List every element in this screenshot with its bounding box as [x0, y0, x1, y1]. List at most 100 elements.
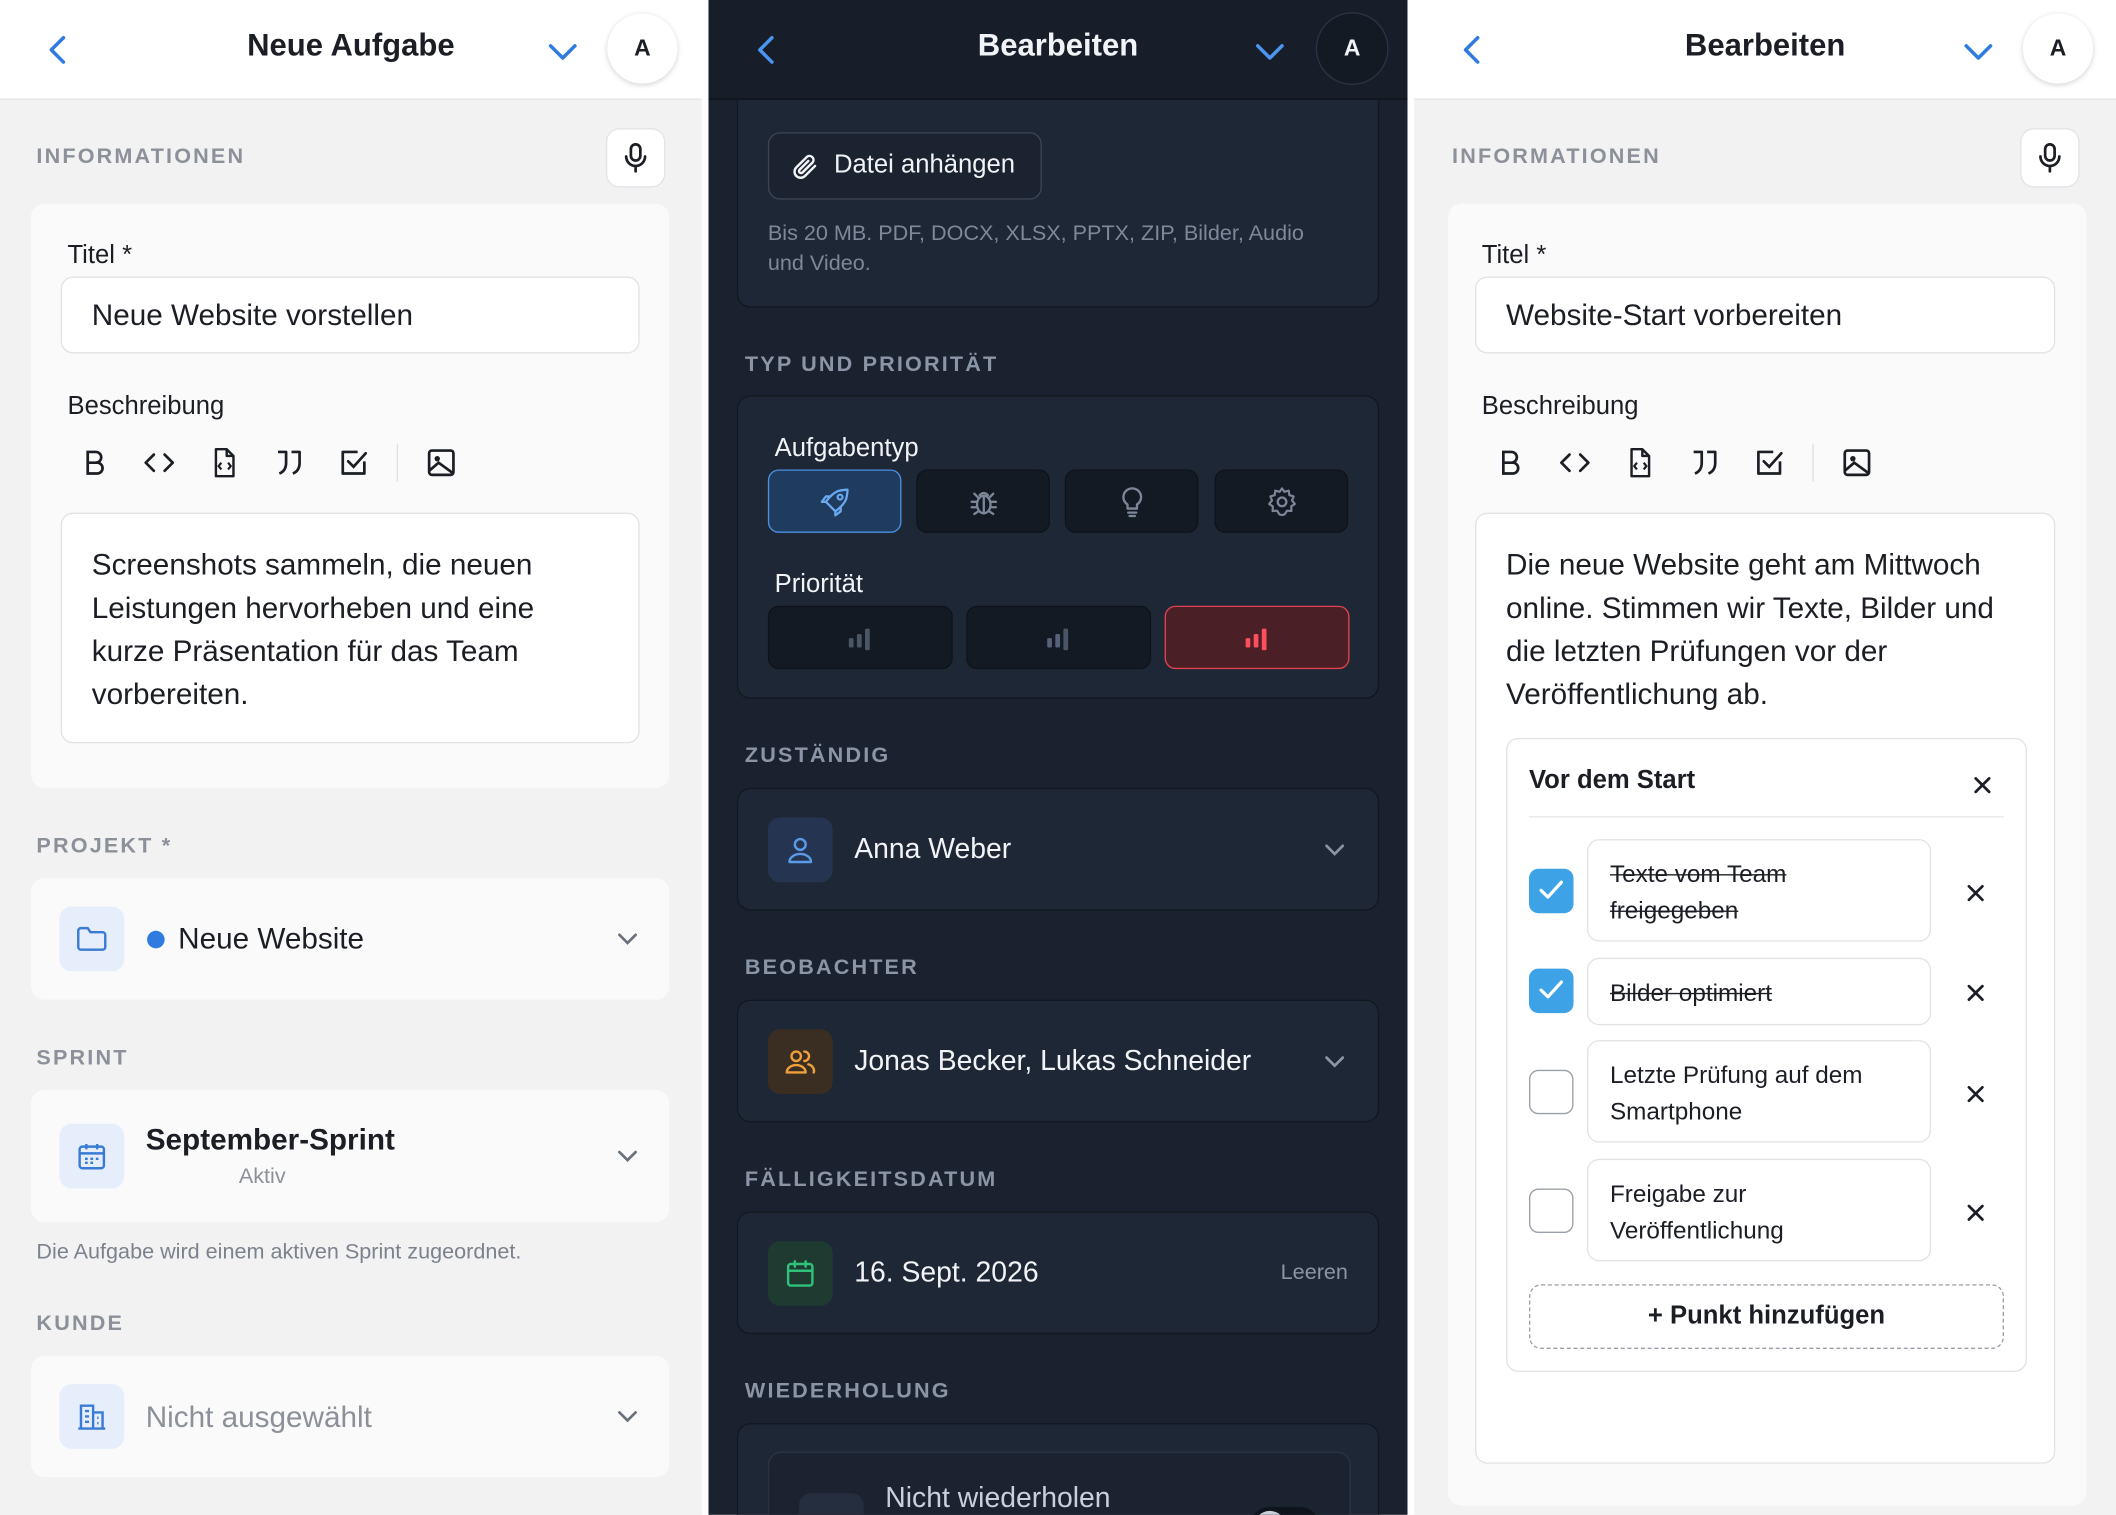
repeat-card: Nicht wiederholen: [736, 1423, 1380, 1515]
section-informationen: INFORMATIONEN: [1452, 145, 1661, 169]
chevron-down-icon[interactable]: [544, 35, 582, 67]
code-file-icon[interactable]: [208, 447, 240, 479]
description-textarea[interactable]: Screenshots sammeln, die neuen Leistunge…: [60, 512, 640, 744]
top-bar: Neue Aufgabe A: [0, 0, 702, 100]
folder-icon: [77, 926, 107, 951]
image-icon[interactable]: [1841, 447, 1873, 479]
project-icon-box: [59, 906, 125, 972]
checklist-item-1[interactable]: Texte vom Team freigegeben: [1587, 839, 1932, 942]
remove-item-icon[interactable]: [1966, 983, 1985, 1002]
page-title: Neue Aufgabe: [247, 26, 455, 63]
checklist: Vor dem Start Texte vom Team freigegeben…: [1506, 737, 2027, 1372]
avatar[interactable]: A: [607, 13, 678, 84]
type-feature-option[interactable]: [767, 469, 902, 533]
priority-medium-option[interactable]: [966, 605, 1152, 670]
due-icon-box: [767, 1241, 833, 1306]
watchers-select[interactable]: Jonas Becker, Lukas Schneider: [736, 999, 1380, 1123]
clear-date-button[interactable]: Leeren: [1281, 1261, 1348, 1285]
panel-separator: [701, 0, 709, 1515]
description-editor[interactable]: Die neue Website geht am Mittwoch online…: [1475, 512, 2056, 1464]
type-maintenance-option[interactable]: [1214, 469, 1349, 533]
close-icon[interactable]: [1973, 776, 1992, 795]
microphone-button[interactable]: [607, 129, 664, 187]
chevron-down-icon: [618, 1150, 637, 1163]
add-item-label: Punkt hinzufügen: [1670, 1301, 1886, 1331]
repeat-row[interactable]: Nicht wiederholen: [767, 1451, 1351, 1515]
signal-low-icon: [848, 628, 870, 651]
checklist-checkbox-4[interactable]: [1528, 1188, 1574, 1233]
sprint-icon-box: [59, 1123, 125, 1189]
description-text: Die neue Website geht am Mittwoch online…: [1506, 547, 1994, 711]
add-item-button[interactable]: + Punkt hinzufügen: [1528, 1284, 2005, 1349]
checklist-checkbox-3[interactable]: [1528, 1069, 1574, 1115]
repeat-toggle[interactable]: [1249, 1506, 1320, 1515]
calendar-icon: [78, 1143, 106, 1170]
title-label: Titel *: [1481, 241, 1547, 270]
checklist-checkbox-1[interactable]: [1528, 868, 1574, 914]
top-bar: Bearbeiten A: [708, 0, 1408, 100]
microphone-button[interactable]: [2021, 129, 2079, 187]
avatar[interactable]: A: [1317, 13, 1388, 84]
remove-item-icon[interactable]: [1966, 1085, 1985, 1104]
gear-icon: [1268, 487, 1296, 517]
section-projekt: PROJEKT *: [36, 835, 173, 858]
checklist-title: Vor dem Start: [1528, 766, 1696, 795]
attach-hint: Bis 20 MB. PDF, DOCX, XLSX, PPTX, ZIP, B…: [767, 222, 1304, 276]
project-color-dot: [147, 930, 165, 949]
code-icon[interactable]: [143, 447, 175, 479]
due-date-select[interactable]: 16. Sept. 2026 Leeren: [736, 1211, 1380, 1335]
section-typ-prioritaet: TYP UND PRIORITÄT: [744, 353, 999, 377]
checklist-divider: [1528, 816, 2005, 818]
checklist-item-4[interactable]: Freigabe zur Veröffentlichung: [1587, 1158, 1932, 1262]
paperclip-icon: [793, 154, 817, 179]
avatar[interactable]: A: [2022, 13, 2094, 84]
calendar-icon: [786, 1260, 814, 1287]
panel-separator: [1407, 0, 1415, 1515]
type-bug-option[interactable]: [916, 469, 1050, 533]
code-icon[interactable]: [1559, 447, 1591, 479]
project-value: Neue Website: [178, 921, 365, 956]
section-wiederholung: WIEDERHOLUNG: [744, 1380, 951, 1403]
section-informationen: INFORMATIONEN: [36, 145, 246, 169]
microphone-icon: [2039, 142, 2061, 173]
chevron-down-icon[interactable]: [1959, 35, 1997, 67]
checklist-item-2[interactable]: Bilder optimiert: [1587, 957, 1932, 1026]
bug-icon: [970, 491, 998, 516]
chevron-down-icon: [618, 1411, 637, 1423]
sprint-select[interactable]: September-Sprint Aktiv: [31, 1089, 670, 1223]
attach-file-button[interactable]: Datei anhängen: [767, 132, 1042, 200]
type-idea-option[interactable]: [1064, 469, 1199, 533]
checklist-checkbox-2[interactable]: [1528, 968, 1574, 1014]
assignee-select[interactable]: Anna Weber: [736, 787, 1380, 911]
priority-high-option[interactable]: [1164, 605, 1350, 670]
section-sprint: SPRINT: [36, 1046, 129, 1070]
bold-icon[interactable]: [78, 447, 110, 479]
information-card: Titel * Website-Start vorbereiten Beschr…: [1448, 203, 2087, 1506]
quote-icon[interactable]: [273, 447, 305, 479]
attachment-card: Datei anhängen Bis 20 MB. PDF, DOCX, XLS…: [736, 80, 1380, 308]
remove-item-icon[interactable]: [1966, 1203, 1985, 1222]
panel-edit-dark: Datei anhängen Bis 20 MB. PDF, DOCX, XLS…: [708, 0, 1408, 1515]
title-input[interactable]: Neue Website vorstellen: [60, 276, 640, 354]
quote-icon[interactable]: [1688, 447, 1720, 479]
checkbox-icon[interactable]: [337, 447, 369, 479]
code-file-icon[interactable]: [1623, 447, 1655, 479]
repeat-icon-box: [798, 1493, 864, 1515]
priority-low-option[interactable]: [767, 605, 953, 670]
bold-icon[interactable]: [1494, 447, 1526, 479]
microphone-icon: [624, 142, 647, 173]
due-date-value: 16. Sept. 2026: [854, 1257, 1039, 1289]
signal-medium-icon: [1047, 628, 1069, 651]
chevron-down-icon[interactable]: [1251, 35, 1289, 67]
image-icon[interactable]: [425, 447, 457, 479]
customer-select[interactable]: Nicht ausgewählt: [31, 1355, 670, 1478]
attach-file-label: Datei anhängen: [833, 151, 1016, 180]
sprint-status: Aktiv: [238, 1165, 286, 1189]
user-icon: [788, 837, 813, 864]
remove-item-icon[interactable]: [1966, 884, 1985, 903]
title-input[interactable]: Website-Start vorbereiten: [1475, 276, 2056, 354]
project-select[interactable]: Neue Website: [31, 878, 670, 1000]
checklist-item-3[interactable]: Letzte Prüfung auf dem Smartphone: [1587, 1040, 1932, 1143]
information-card: Titel * Neue Website vorstellen Beschrei…: [31, 203, 670, 788]
checkbox-icon[interactable]: [1753, 447, 1785, 479]
